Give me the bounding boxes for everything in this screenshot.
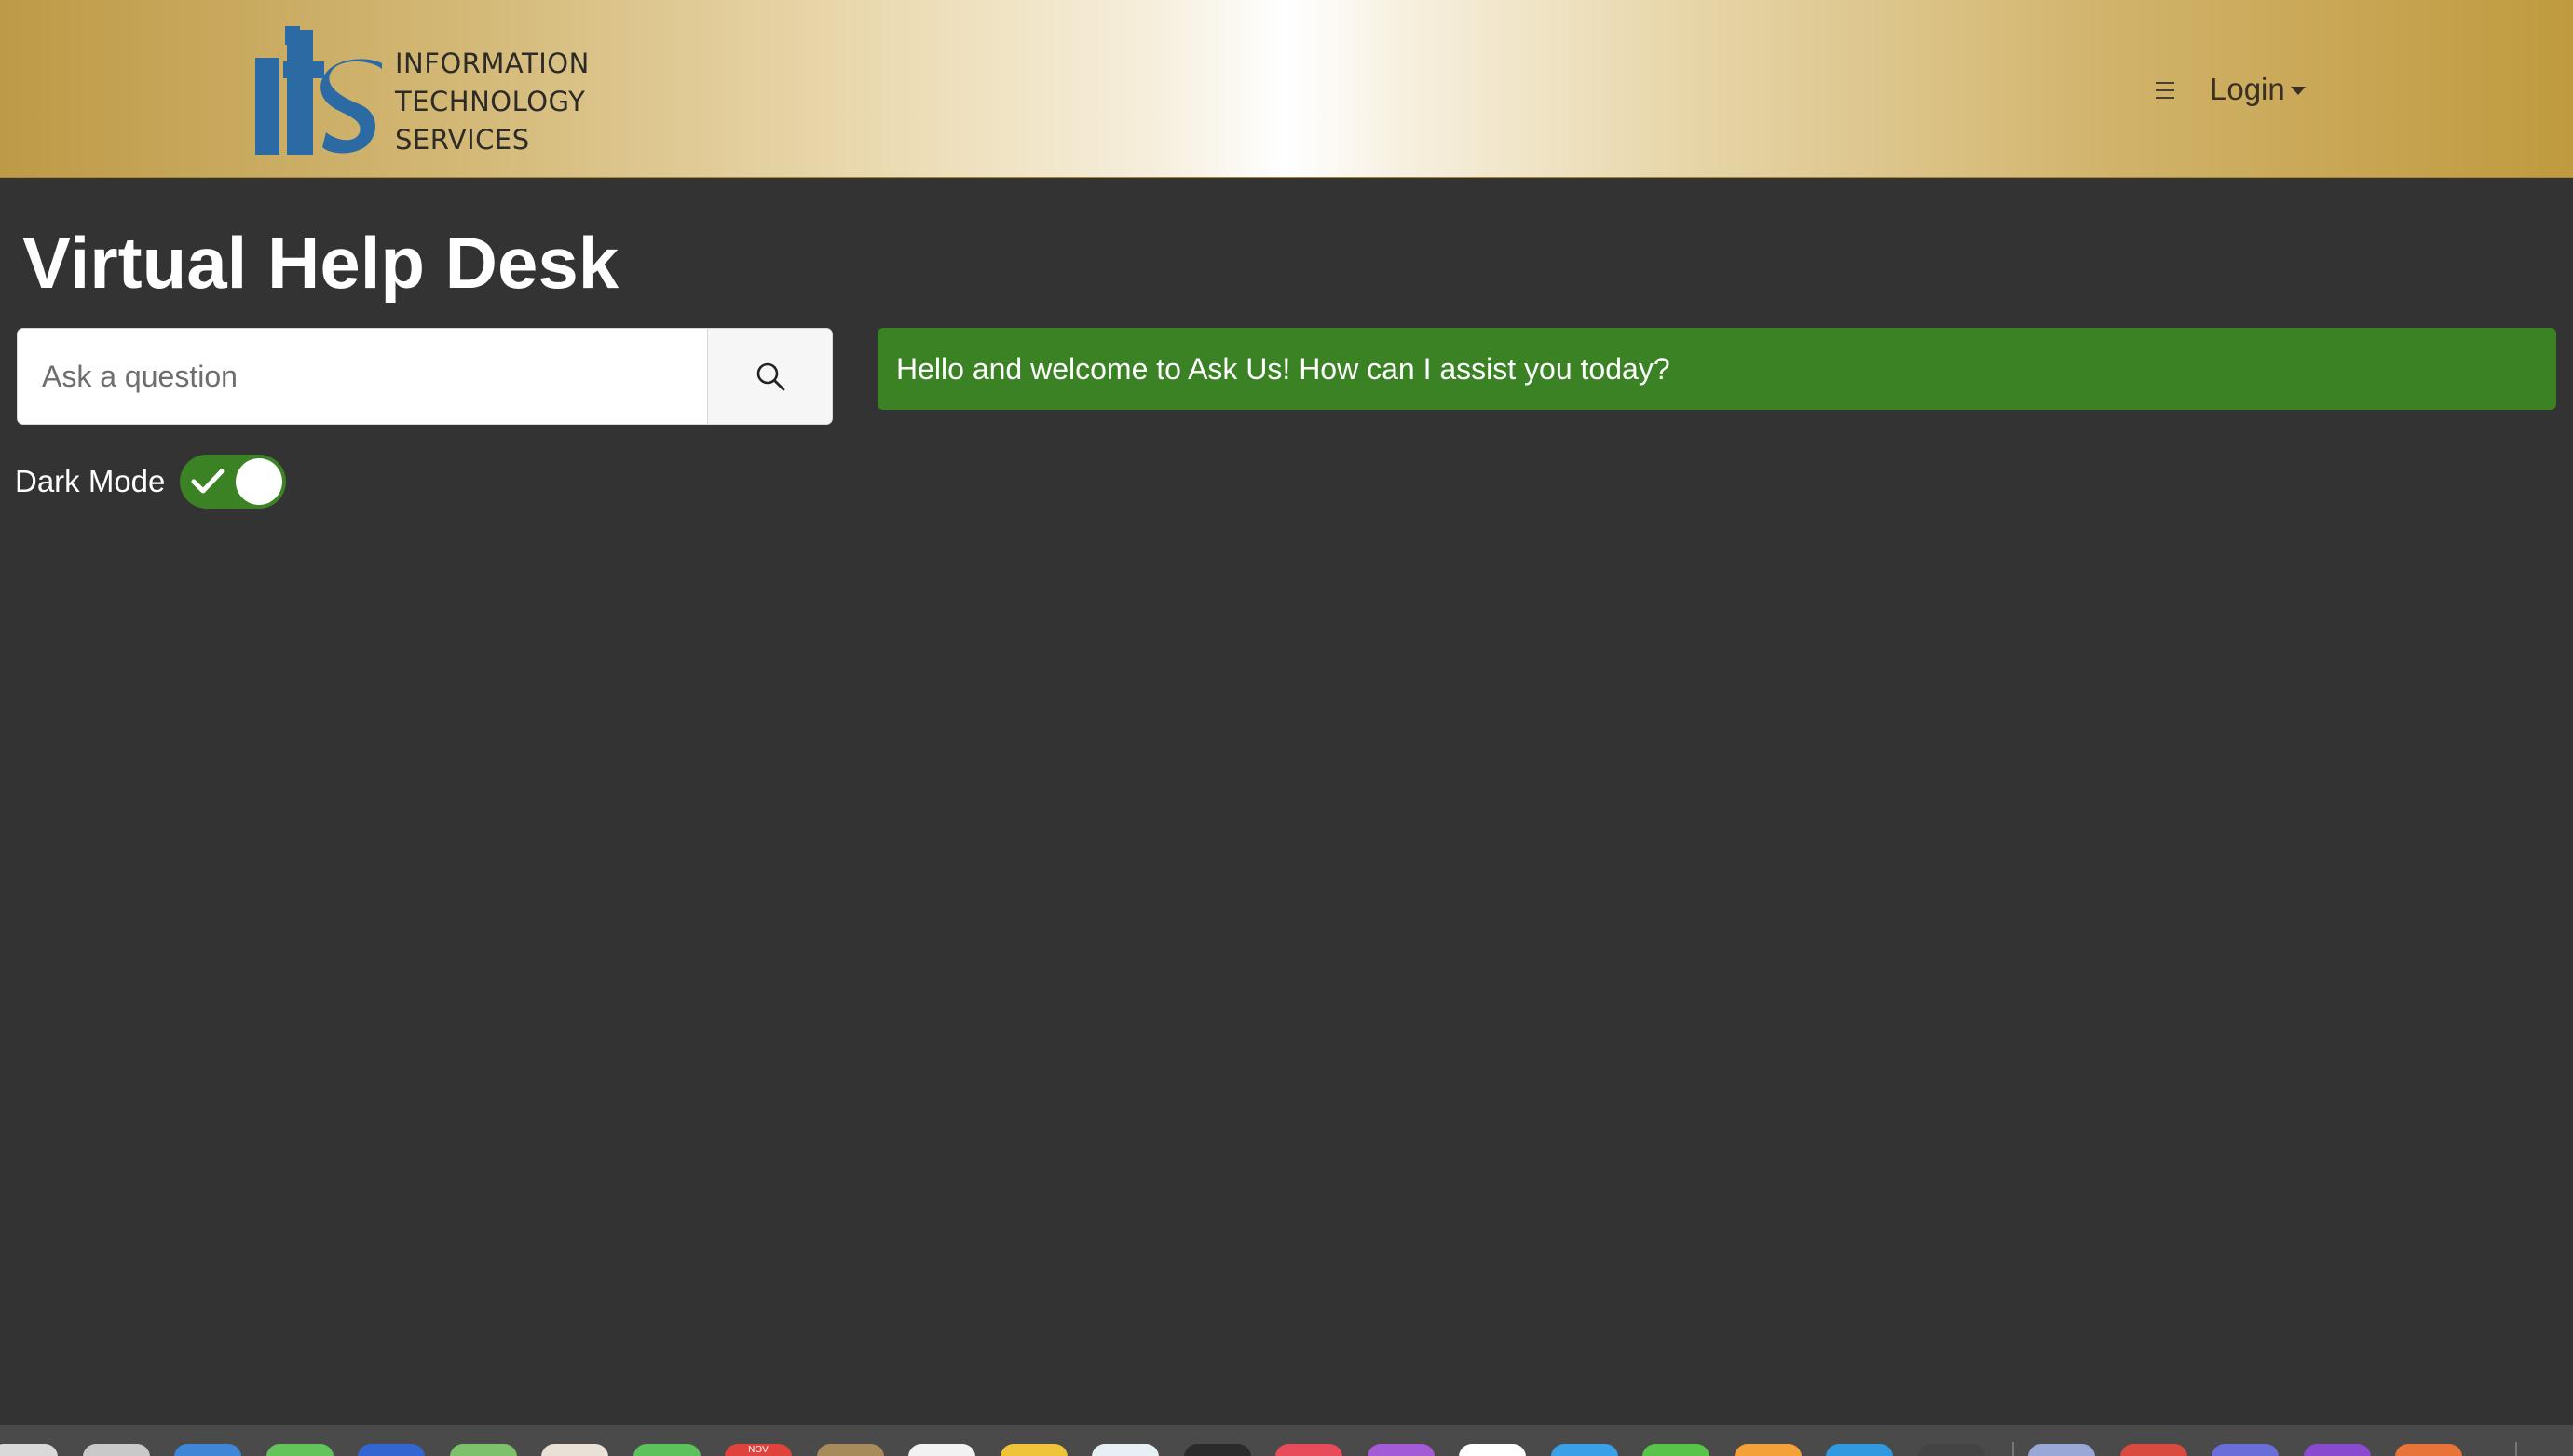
welcome-message-text: Hello and welcome to Ask Us! How can I a… <box>896 351 1670 386</box>
macos-dock: NOV <box>0 1425 2573 1456</box>
dock-app-icon[interactable] <box>2212 1444 2279 1456</box>
menu-icon-bar <box>2156 89 2174 91</box>
page-title: Virtual Help Desk <box>22 222 619 304</box>
checkmark-icon <box>191 469 225 494</box>
dock-app-icon[interactable] <box>449 1444 517 1456</box>
search-button[interactable] <box>707 329 832 424</box>
menu-icon-bar <box>2156 97 2174 99</box>
toggle-knob <box>236 458 283 505</box>
dock-app-icon[interactable] <box>1275 1444 1342 1456</box>
its-logo-text: INFORMATION TECHNOLOGY SERVICES <box>395 45 590 159</box>
dock-app-icon[interactable] <box>1734 1444 1802 1456</box>
login-label: Login <box>2210 72 2285 106</box>
site-header: INFORMATION TECHNOLOGY SERVICES Login <box>0 0 2573 178</box>
its-logo-mark <box>255 26 382 155</box>
search-input[interactable] <box>18 329 707 424</box>
dark-mode-label: Dark Mode <box>15 464 166 498</box>
calendar-month-label: NOV <box>748 1445 769 1455</box>
dock-app-icon[interactable] <box>908 1444 975 1456</box>
dock-app-icon[interactable] <box>0 1444 58 1456</box>
dock-app-icon[interactable] <box>633 1444 701 1456</box>
dock-app-icon[interactable] <box>816 1444 884 1456</box>
logo-text-line: TECHNOLOGY <box>395 86 586 117</box>
its-logo[interactable]: INFORMATION TECHNOLOGY SERVICES <box>252 24 590 159</box>
hamburger-menu-icon[interactable] <box>2152 76 2180 104</box>
dock-app-icon[interactable] <box>2303 1444 2371 1456</box>
dock-app-icon[interactable] <box>541 1444 608 1456</box>
dock-app-icon[interactable] <box>1183 1444 1251 1456</box>
dock-app-icon[interactable]: NOV <box>725 1444 792 1456</box>
dock-app-icon[interactable] <box>1917 1444 1985 1456</box>
dock-app-icon[interactable] <box>265 1444 334 1456</box>
dock-app-icon[interactable] <box>1550 1444 1618 1456</box>
dock-app-icon[interactable] <box>358 1444 425 1456</box>
logo-text-line: SERVICES <box>395 124 530 156</box>
login-dropdown[interactable]: Login <box>2210 69 2306 110</box>
dock-app-icon[interactable] <box>1367 1444 1435 1456</box>
logo-text-line: INFORMATION <box>395 48 590 79</box>
dock-app-icon[interactable] <box>1092 1444 1159 1456</box>
dock-app-icon[interactable] <box>1000 1444 1068 1456</box>
dock-app-icon[interactable] <box>1459 1444 1526 1456</box>
dark-mode-toggle[interactable] <box>180 455 287 509</box>
dock-app-icon[interactable] <box>2395 1444 2462 1456</box>
dock-app-icon[interactable] <box>2028 1444 2095 1456</box>
search-icon <box>756 362 784 391</box>
dock-app-icon[interactable] <box>1826 1444 1893 1456</box>
dock-separator <box>2012 1442 2014 1456</box>
caret-down-icon <box>2290 87 2306 95</box>
search-group <box>17 328 833 425</box>
dock-app-icon[interactable] <box>82 1444 150 1456</box>
dock-app-icon[interactable] <box>2119 1444 2187 1456</box>
menu-icon-bar <box>2156 82 2174 84</box>
welcome-message: Hello and welcome to Ask Us! How can I a… <box>878 328 2556 410</box>
dock-app-icon[interactable] <box>1642 1444 1709 1456</box>
dock-separator <box>2515 1442 2517 1456</box>
dark-mode-row: Dark Mode <box>15 455 287 509</box>
dock-app-icon[interactable] <box>174 1444 241 1456</box>
